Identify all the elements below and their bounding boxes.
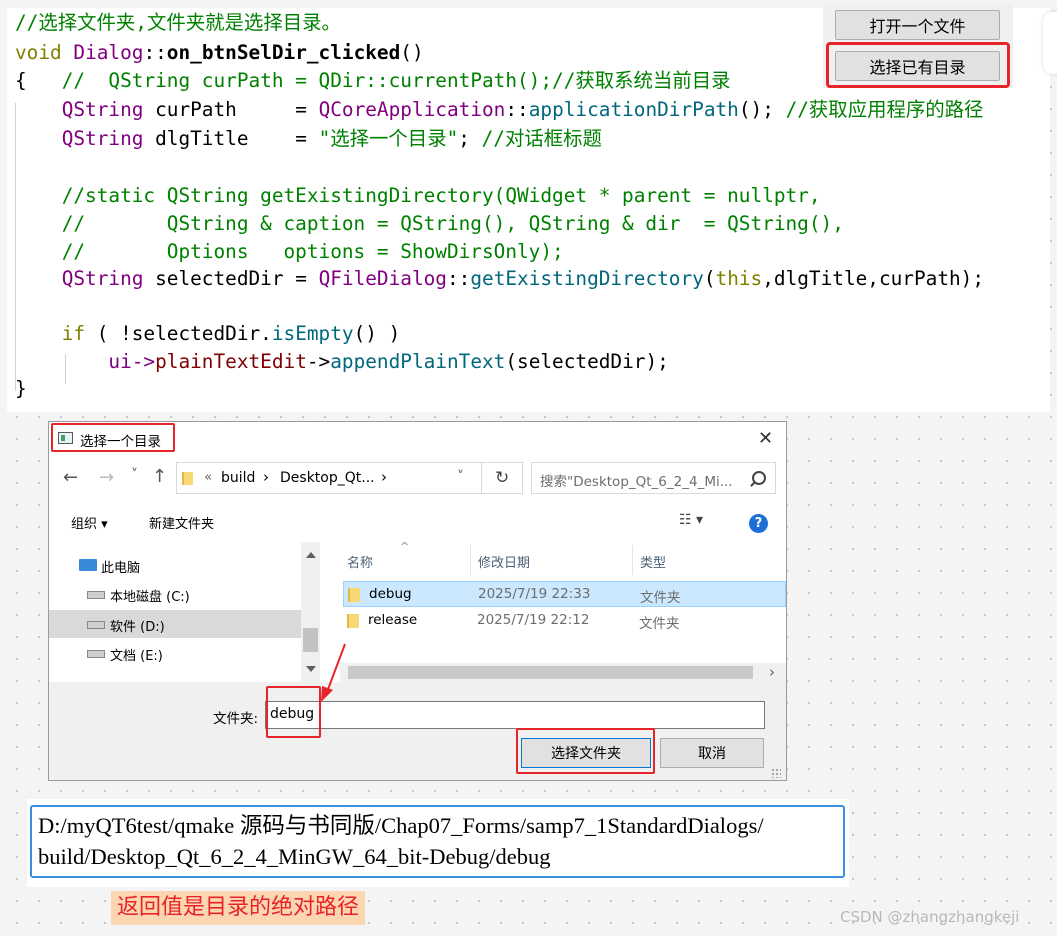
row-type: 文件夹 <box>640 590 681 606</box>
horizontal-scrollbar[interactable]: ‹ › <box>340 663 786 682</box>
code-line-6: //static QString getExistingDirectory(QW… <box>61 184 821 207</box>
drive-icon <box>87 591 105 599</box>
code-line-7: // QString & caption = QString(), QStrin… <box>61 212 844 235</box>
breadcrumb-desktop[interactable]: Desktop_Qt... <box>280 470 375 486</box>
code-line-9: QString selectedDir = QFileDialog::getEx… <box>61 267 985 290</box>
refresh-icon: ↻ <box>495 468 510 488</box>
scroll-up-icon[interactable] <box>306 552 316 558</box>
code-line-5: QString dlgTitle = "选择一个目录"; //对话框标题 <box>61 127 602 150</box>
column-header-date[interactable]: 修改日期 <box>478 552 530 571</box>
plain-text-edit[interactable]: D:/myQT6test/qmake 源码与书同版/Chap07_Forms/s… <box>30 805 845 878</box>
code-line-11: ui->plainTextEdit->appendPlainText(selec… <box>108 350 669 373</box>
folder-field-label: 文件夹: <box>213 711 259 727</box>
watermark: CSDN @zhangzhangkeji <box>840 908 1020 926</box>
folder-icon <box>182 472 193 485</box>
folder-value-highlight <box>266 686 321 738</box>
code-line-3: { // QString curPath = QDir::currentPath… <box>15 69 731 92</box>
back-arrow-icon[interactable]: ← <box>63 467 78 488</box>
file-list[interactable]: 名称 ^ 修改日期 类型 debug 2025/7/19 22:33 文件夹 r… <box>340 540 786 682</box>
select-dir-highlight <box>826 42 1010 88</box>
open-file-button[interactable]: 打开一个文件 <box>835 10 1000 40</box>
row-date: 2025/7/19 22:33 <box>478 586 591 602</box>
row-name: debug <box>369 586 412 602</box>
row-name: release <box>368 612 418 628</box>
dialog-footer: 文件夹: debug 选择文件夹 取消 <box>49 682 786 780</box>
folder-icon <box>348 588 360 602</box>
column-divider[interactable] <box>470 545 471 575</box>
column-divider[interactable] <box>632 545 633 575</box>
nav-label: 此电脑 <box>101 561 141 576</box>
organize-menu[interactable]: 组织 ▾ <box>71 513 108 532</box>
code-line-4: QString curPath = QCoreApplication::appl… <box>61 98 984 121</box>
computer-icon <box>79 559 97 571</box>
close-icon[interactable]: ✕ <box>758 428 773 449</box>
row-date: 2025/7/19 22:12 <box>477 612 590 628</box>
code-line-1: //选择文件夹,文件夹就是选择目录。 <box>15 11 341 34</box>
select-directory-dialog: 选择一个目录 ✕ ← → ˅ ↑ « build › Desktop_Qt...… <box>48 421 787 781</box>
nav-item-drive-d[interactable]: 软件 (D:) <box>49 610 301 638</box>
nav-label: 软件 (D:) <box>110 620 165 635</box>
annotation-label: 返回值是目录的绝对路径 <box>111 891 366 925</box>
pointer-arrow <box>321 643 346 702</box>
folder-icon <box>347 614 359 628</box>
resize-grip-icon[interactable] <box>771 768 781 778</box>
new-folder-button[interactable]: 新建文件夹 <box>149 513 214 532</box>
code-line-2: void Dialog::on_btnSelDir_clicked() <box>15 41 424 64</box>
output-path-line-1: D:/myQT6test/qmake 源码与书同版/Chap07_Forms/s… <box>38 813 764 838</box>
code-line-10: if ( !selectedDir.isEmpty() ) <box>61 322 401 345</box>
plain-text-edit-panel: D:/myQT6test/qmake 源码与书同版/Chap07_Forms/s… <box>27 799 849 887</box>
address-bar[interactable]: « build › Desktop_Qt... › ˅ <box>176 462 482 494</box>
breadcrumb-build[interactable]: build <box>221 470 255 486</box>
address-dropdown-icon[interactable]: ˅ <box>457 469 464 485</box>
up-arrow-icon[interactable]: ↑ <box>152 466 167 487</box>
search-input[interactable]: 搜索"Desktop_Qt_6_2_4_Mi... <box>531 462 776 494</box>
recent-locations-icon[interactable]: ˅ <box>131 467 138 483</box>
breadcrumb-chevron-icon-2[interactable]: › <box>381 468 387 486</box>
scroll-thumb[interactable] <box>348 666 753 679</box>
nav-label: 本地磁盘 (C:) <box>110 590 190 605</box>
code-line-8: // Options options = ShowDirsOnly); <box>61 240 564 263</box>
row-type: 文件夹 <box>639 616 680 632</box>
breadcrumb-chevron-icon[interactable]: › <box>263 468 269 486</box>
sort-ascending-icon: ^ <box>400 540 410 553</box>
help-icon[interactable]: ? <box>749 514 768 533</box>
table-row-release[interactable]: release 2025/7/19 22:12 文件夹 <box>343 608 786 634</box>
edge-card <box>1043 12 1057 74</box>
nav-label: 文档 (E:) <box>110 649 163 664</box>
breadcrumb-overflow[interactable]: « <box>204 469 212 485</box>
forward-arrow-icon[interactable]: → <box>99 467 114 488</box>
search-placeholder: 搜索"Desktop_Qt_6_2_4_Mi... <box>540 474 733 490</box>
column-header-type[interactable]: 类型 <box>640 552 666 571</box>
drive-icon <box>87 621 105 629</box>
table-row-debug[interactable]: debug 2025/7/19 22:33 文件夹 <box>343 581 786 607</box>
select-folder-highlight <box>516 728 655 774</box>
scroll-right-icon[interactable]: › <box>769 663 775 681</box>
code-line-12: } <box>15 377 27 400</box>
view-options-icon[interactable]: ☷ ▾ <box>679 512 703 528</box>
output-path-line-2: build/Desktop_Qt_6_2_4_MinGW_64_bit-Debu… <box>38 844 551 869</box>
column-header-name[interactable]: 名称 <box>347 552 373 571</box>
navigation-pane[interactable]: 此电脑 本地磁盘 (C:) 软件 (D:) 文档 (E:) <box>49 542 301 682</box>
drive-icon <box>87 650 105 658</box>
cancel-button[interactable]: 取消 <box>660 738 764 768</box>
refresh-button[interactable]: ↻ <box>482 462 523 494</box>
dialog-title-highlight <box>51 423 175 452</box>
